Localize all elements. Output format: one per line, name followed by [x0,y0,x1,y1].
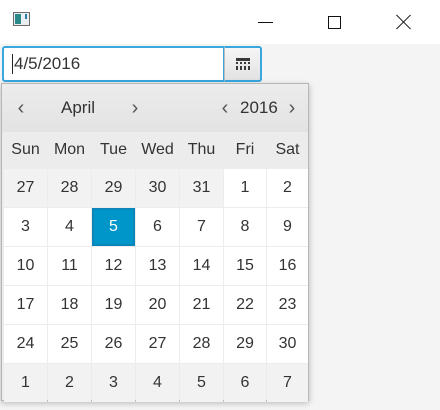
calendar-header: ‹ April › ‹ 2016 › [2,84,308,132]
weekday-label: Tue [92,132,135,168]
calendar-day[interactable]: 4 [136,364,179,402]
calendar-day[interactable]: 18 [48,286,91,324]
chevron-left-icon: ‹ [221,97,229,119]
calendar-popup: ‹ April › ‹ 2016 › Sun Mon Tue Wed Thu Fri Sat… [1,83,309,402]
calendar-day[interactable]: 16 [267,247,308,285]
calendar-day[interactable]: 13 [136,247,179,285]
month-label: April [61,98,96,117]
calendar-day[interactable]: 17 [4,286,47,324]
calendar-day[interactable]: 27 [136,325,179,363]
previous-month-button[interactable]: ‹ [10,96,32,120]
close-icon [396,14,412,30]
calendar-day[interactable]: 1 [224,169,266,207]
weekday-label: Mon [48,132,91,168]
maximize-icon [327,15,341,29]
calendar-day[interactable]: 27 [4,169,47,207]
calendar-day[interactable]: 6 [136,208,179,246]
calendar-day[interactable]: 7 [180,208,223,246]
chevron-left-icon: ‹ [17,97,25,119]
chevron-right-icon: › [288,97,296,119]
weekday-label: Wed [136,132,179,168]
calendar-day[interactable]: 2 [267,169,308,207]
weekday-label: Thu [180,132,223,168]
calendar-day[interactable]: 21 [180,286,223,324]
weekday-label: Fri [224,132,266,168]
open-calendar-button[interactable] [224,46,262,82]
calendar-day[interactable]: 20 [136,286,179,324]
calendar-day[interactable]: 19 [92,286,135,324]
calendar-day[interactable]: 28 [180,325,223,363]
calendar-day[interactable]: 30 [136,169,179,207]
calendar-day[interactable]: 7 [267,364,308,402]
calendar-day[interactable]: 30 [267,325,308,363]
close-button[interactable] [381,0,427,44]
maximize-button[interactable] [311,0,357,44]
year-label: 2016 [240,98,278,117]
minimize-icon [257,21,273,23]
next-month-button[interactable]: › [124,96,146,120]
calendar-day[interactable]: 6 [224,364,266,402]
calendar-day-selected[interactable]: 5 [92,208,135,246]
calendar-day[interactable]: 2 [48,364,91,402]
calendar-day[interactable]: 11 [48,247,91,285]
title-bar [0,0,440,44]
minimize-button[interactable] [242,0,288,44]
calendar-day[interactable]: 24 [4,325,47,363]
calendar-day[interactable]: 23 [267,286,308,324]
calendar-day[interactable]: 3 [4,208,47,246]
calendar-icon [235,58,250,70]
next-year-button[interactable]: › [281,96,303,120]
calendar-day[interactable]: 3 [92,364,135,402]
calendar-day[interactable]: 22 [224,286,266,324]
weekday-label: Sat [267,132,308,168]
text-caret [12,54,13,74]
calendar-day[interactable]: 4 [48,208,91,246]
calendar-day[interactable]: 29 [92,169,135,207]
calendar-day[interactable]: 28 [48,169,91,207]
calendar-day[interactable]: 8 [224,208,266,246]
calendar-day[interactable]: 10 [4,247,47,285]
date-input-value: 4/5/2016 [14,54,81,73]
chevron-right-icon: › [131,97,139,119]
previous-year-button[interactable]: ‹ [214,96,236,120]
app-window-icon [13,12,30,26]
weekday-label: Sun [4,132,47,168]
calendar-day[interactable]: 26 [92,325,135,363]
calendar-day[interactable]: 25 [48,325,91,363]
weekday-header-row: Sun Mon Tue Wed Thu Fri Sat [2,132,308,168]
calendar-day[interactable]: 12 [92,247,135,285]
calendar-day[interactable]: 5 [180,364,223,402]
calendar-day[interactable]: 14 [180,247,223,285]
calendar-day[interactable]: 1 [4,364,47,402]
calendar-day[interactable]: 29 [224,325,266,363]
date-input[interactable]: 4/5/2016 [2,46,224,82]
calendar-day[interactable]: 9 [267,208,308,246]
calendar-day[interactable]: 15 [224,247,266,285]
calendar-day[interactable]: 31 [180,169,223,207]
